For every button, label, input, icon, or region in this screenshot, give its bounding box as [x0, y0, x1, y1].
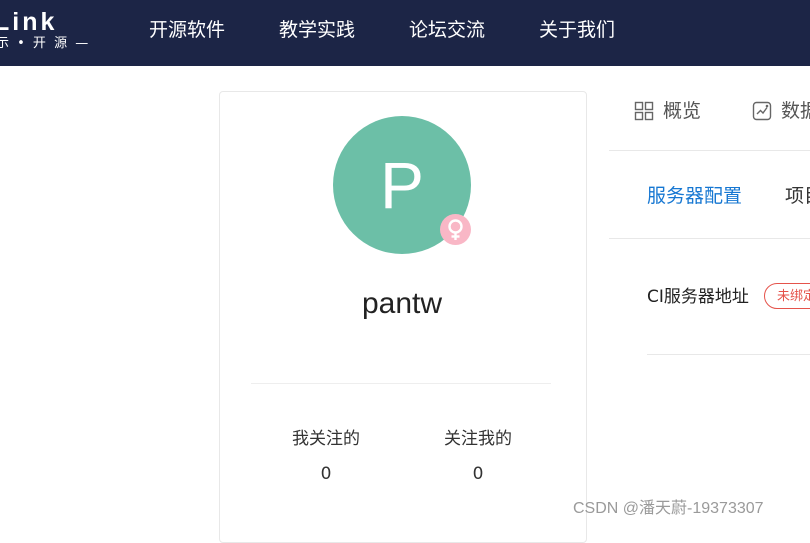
following-label[interactable]: 我关注的: [266, 428, 386, 450]
divider: [609, 150, 810, 151]
subtab-project[interactable]: 项目: [785, 183, 810, 209]
nav-about-us[interactable]: 关于我们: [539, 17, 615, 43]
site-logo-tagline: 示 • 开 源 —: [0, 36, 91, 51]
top-navbar: Link 示 • 开 源 — 开源软件 教学实践 论坛交流 关于我们: [0, 0, 810, 66]
female-icon: [440, 214, 471, 245]
tab-data[interactable]: 数据: [781, 98, 810, 124]
site-logo[interactable]: Link: [0, 8, 57, 36]
nav-forum[interactable]: 论坛交流: [409, 17, 485, 43]
subtab-server-config[interactable]: 服务器配置: [647, 183, 742, 209]
username: pantw: [361, 287, 443, 320]
nav-open-source-software[interactable]: 开源软件: [149, 17, 225, 43]
divider: [647, 354, 810, 355]
tab-overview[interactable]: 概览: [663, 98, 701, 124]
watermark: CSDN @潘天蔚-19373307: [573, 500, 764, 517]
divider: [609, 238, 810, 239]
following-count[interactable]: 0: [266, 463, 386, 485]
followers-label[interactable]: 关注我的: [418, 428, 538, 450]
nav-teaching-practice[interactable]: 教学实践: [279, 17, 355, 43]
ci-server-address-label: CI服务器地址: [647, 287, 749, 307]
chart-icon: [752, 101, 772, 125]
followers-count[interactable]: 0: [418, 463, 538, 485]
divider: [251, 383, 551, 384]
grid-icon: [634, 101, 654, 125]
status-badge: 未绑定: [764, 283, 810, 309]
